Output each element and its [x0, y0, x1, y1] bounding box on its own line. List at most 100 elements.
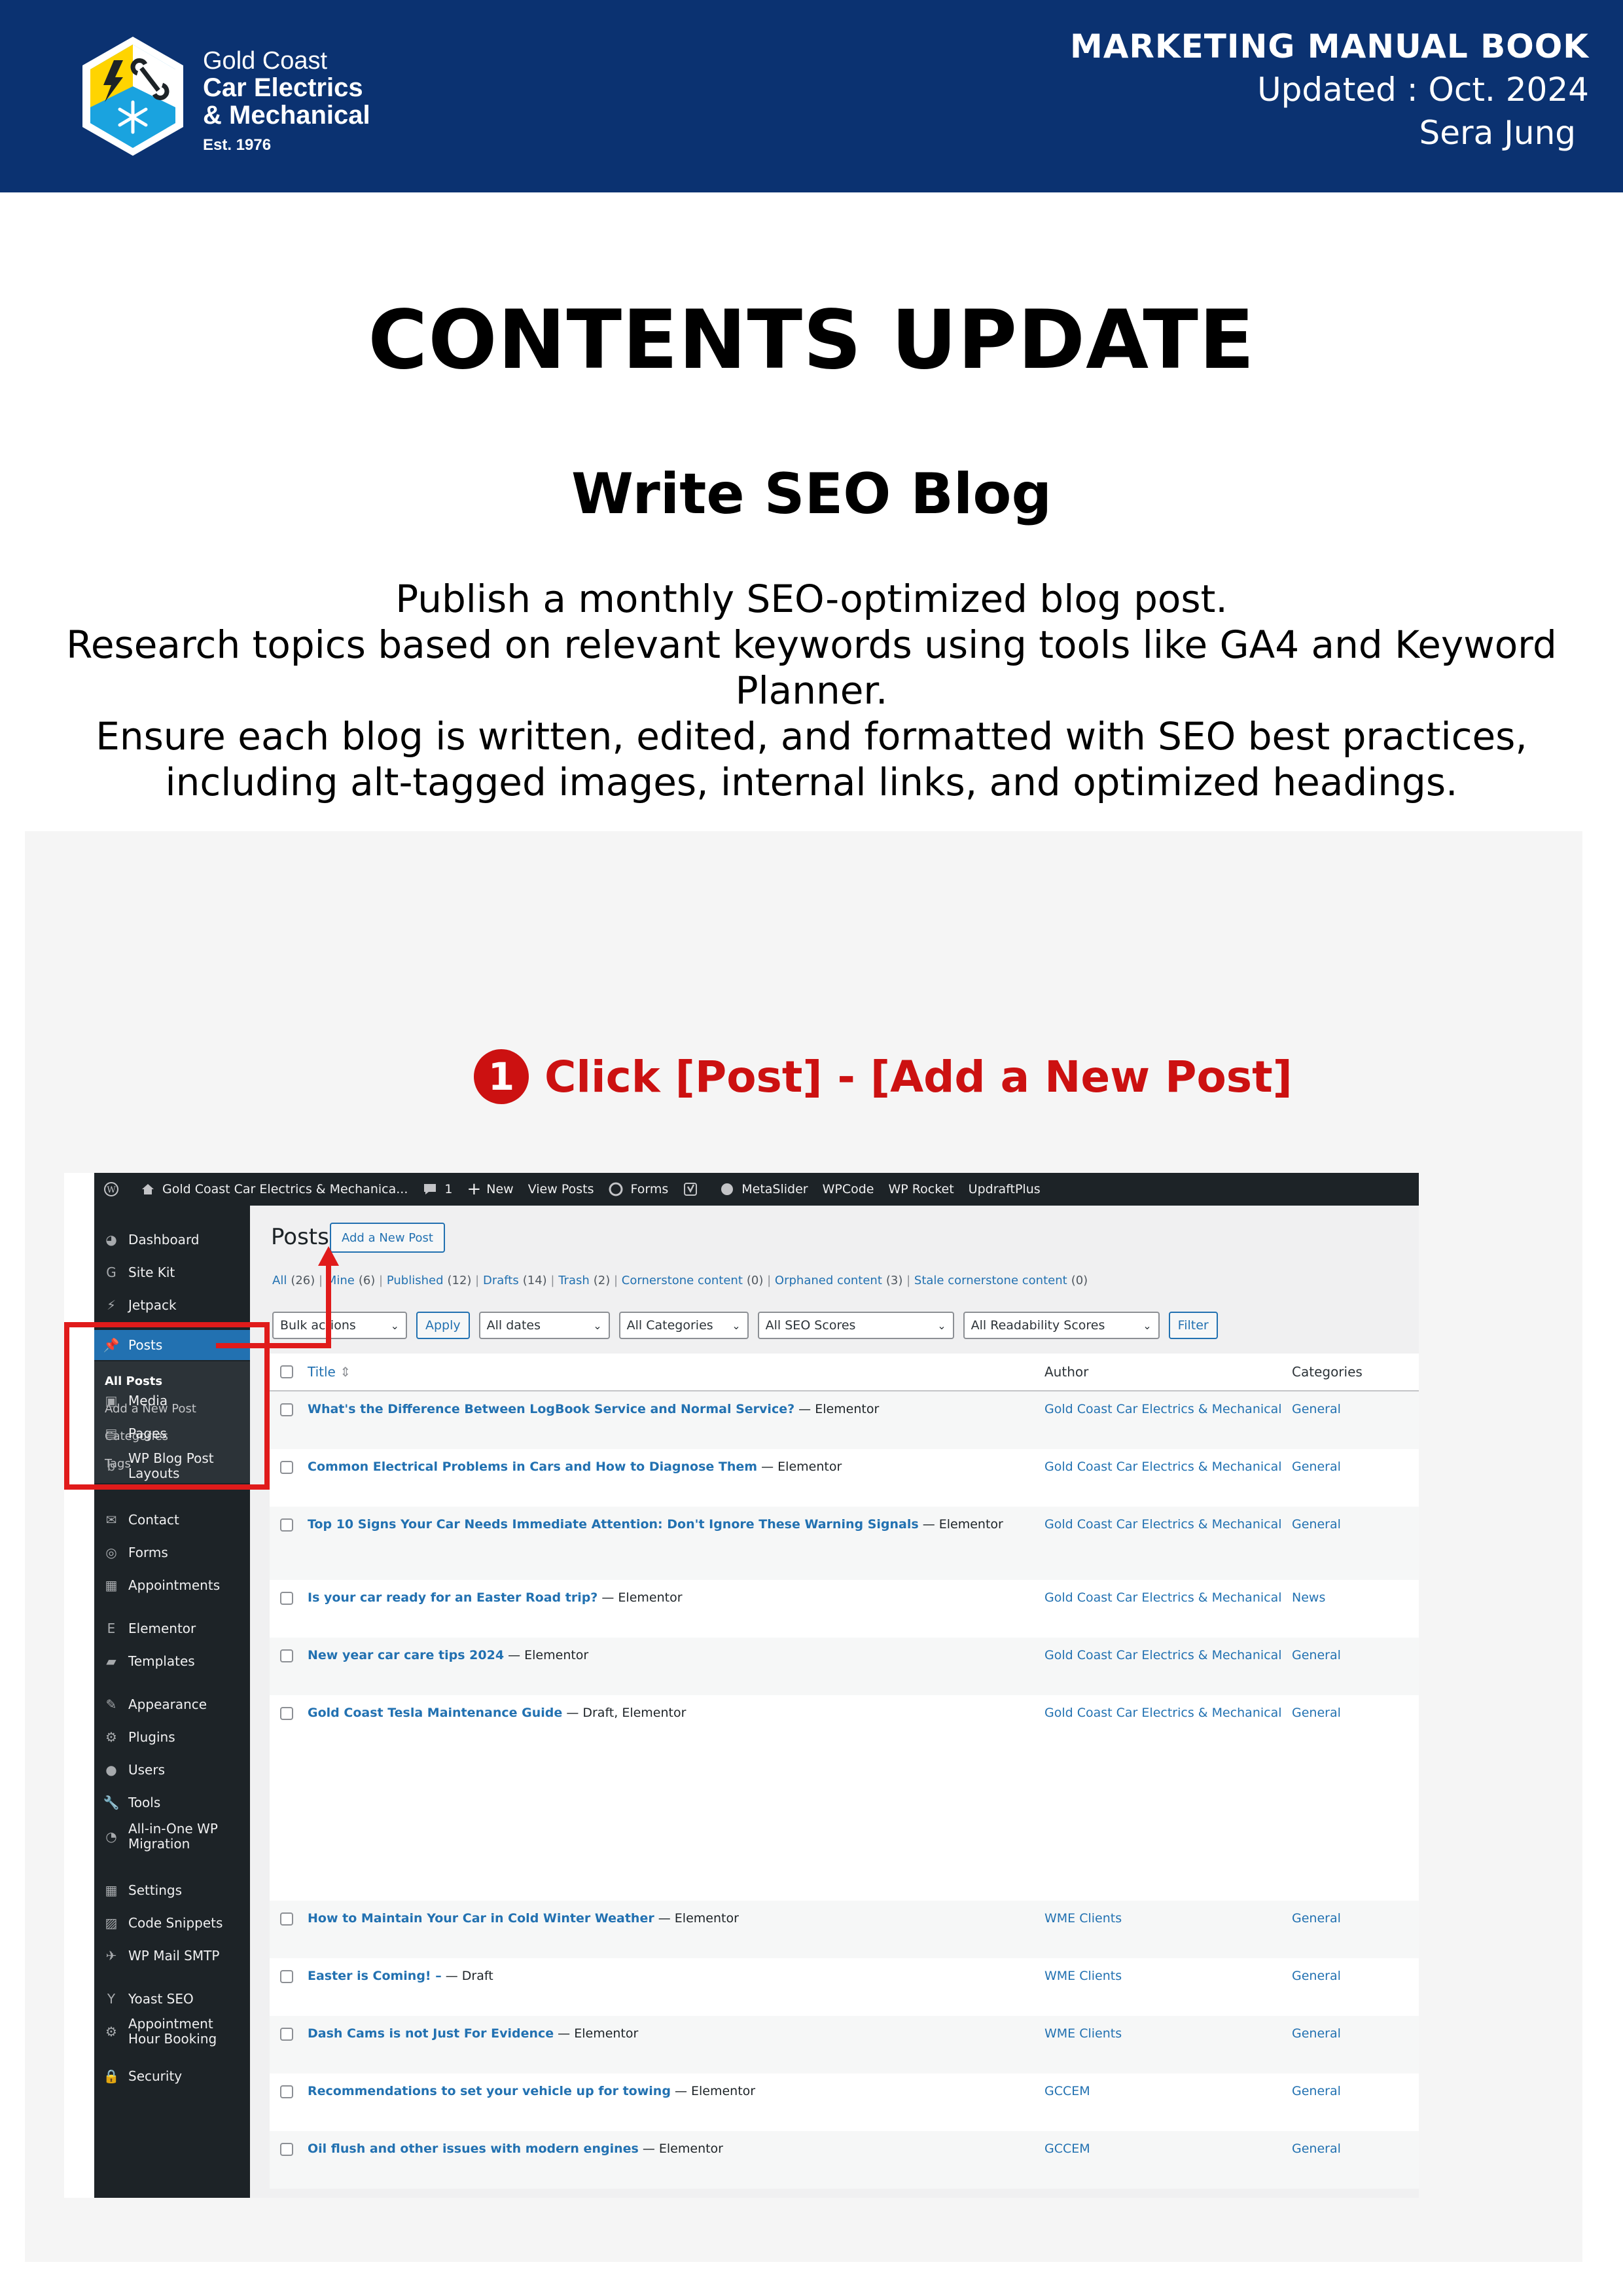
post-title-link[interactable]: Recommendations to set your vehicle up f… — [308, 2084, 671, 2098]
sidebar-item-elementor[interactable]: E Elementor — [94, 1615, 250, 1641]
post-category-link[interactable]: General — [1292, 1402, 1341, 1416]
wp-logo-item[interactable]: W — [103, 1181, 126, 1197]
forms-item[interactable]: Forms — [608, 1181, 668, 1197]
sidebar-item-tools[interactable]: 🔧 Tools — [94, 1789, 250, 1816]
filter-link[interactable]: Orphaned content — [775, 1274, 882, 1287]
sidebar-item-security[interactable]: 🔒 Security — [94, 2063, 250, 2089]
row-checkbox[interactable] — [280, 2143, 293, 2156]
sidebar-item-appearance[interactable]: ✎ Appearance — [94, 1691, 250, 1717]
post-author-link[interactable]: GCCEM — [1044, 2084, 1090, 2098]
title-column-header[interactable]: Title ⇕ — [308, 1364, 351, 1380]
select-all-checkbox[interactable] — [280, 1365, 293, 1378]
sidebar-item-forms[interactable]: ◎ Forms — [94, 1539, 250, 1566]
new-content-item[interactable]: + New — [467, 1179, 513, 1199]
post-author-link[interactable]: Gold Coast Car Electrics & Mechanical — [1044, 1402, 1282, 1416]
post-author-link[interactable]: Gold Coast Car Electrics & Mechanical — [1044, 1460, 1282, 1474]
post-author-link[interactable]: Gold Coast Car Electrics & Mechanical — [1044, 1590, 1282, 1605]
site-name-item[interactable]: Gold Coast Car Electrics & Mechanica... — [140, 1181, 408, 1197]
post-category-link[interactable]: General — [1292, 1648, 1341, 1662]
sidebar-item-templates[interactable]: ▰ Templates — [94, 1648, 250, 1674]
dates-select[interactable]: All dates ⌄ — [478, 1312, 610, 1339]
post-title-link[interactable]: How to Maintain Your Car in Cold Winter … — [308, 1911, 654, 1926]
post-author-link[interactable]: Gold Coast Car Electrics & Mechanical — [1044, 1517, 1282, 1532]
row-checkbox[interactable] — [280, 1592, 293, 1605]
filter-link[interactable]: Trash — [558, 1274, 590, 1287]
row-checkbox[interactable] — [280, 2085, 293, 2098]
post-category-link[interactable]: General — [1292, 1969, 1341, 1983]
wordpress-screenshot: W Gold Coast Car Electrics & Mechanica..… — [64, 1173, 1419, 2198]
dashboard-icon: ◕ — [105, 1231, 117, 1247]
updraftplus-item[interactable]: UpdraftPlus — [969, 1182, 1041, 1196]
post-category-link[interactable]: General — [1292, 2026, 1341, 2041]
sidebar-item-yoast-seo[interactable]: Y Yoast SEO — [94, 1986, 250, 2012]
sidebar-item-users[interactable]: ● Users — [94, 1757, 250, 1783]
sidebar-item-site-kit[interactable]: G Site Kit — [94, 1259, 250, 1285]
post-category-link[interactable]: General — [1292, 2142, 1341, 2156]
post-author-link[interactable]: WME Clients — [1044, 2026, 1122, 2041]
chevron-down-icon: ⌄ — [732, 1319, 741, 1332]
post-title-link[interactable]: Gold Coast Tesla Maintenance Guide — [308, 1706, 562, 1720]
view-posts-item[interactable]: View Posts — [528, 1182, 594, 1196]
filter-link[interactable]: Drafts — [483, 1274, 519, 1287]
post-title-cell: Dash Cams is not Just For Evidence — Ele… — [308, 2026, 638, 2041]
post-author-link[interactable]: WME Clients — [1044, 1969, 1122, 1983]
post-title-link[interactable]: Top 10 Signs Your Car Needs Immediate At… — [308, 1517, 919, 1532]
post-category-link[interactable]: General — [1292, 1706, 1341, 1720]
sidebar-item-settings[interactable]: ▦ Settings — [94, 1877, 250, 1903]
apply-button[interactable]: Apply — [416, 1312, 470, 1339]
row-checkbox[interactable] — [280, 1461, 293, 1474]
sidebar-item-dashboard[interactable]: ◕ Dashboard — [94, 1227, 250, 1253]
filter-link[interactable]: Published — [387, 1274, 444, 1287]
row-checkbox[interactable] — [280, 1403, 293, 1416]
wpcode-item[interactable]: WPCode — [823, 1182, 874, 1196]
sidebar-item-label: Jetpack — [128, 1297, 177, 1313]
readability-select[interactable]: All Readability Scores ⌄ — [963, 1312, 1160, 1339]
section-title: Write SEO Blog — [571, 461, 1052, 527]
row-checkbox[interactable] — [280, 2028, 293, 2041]
sidebar-item-contact[interactable]: ✉ Contact — [94, 1507, 250, 1533]
post-category-link[interactable]: General — [1292, 1517, 1341, 1532]
metaslider-item[interactable]: MetaSlider — [719, 1181, 808, 1197]
post-category-link[interactable]: News — [1292, 1590, 1325, 1605]
sidebar-item-appointment[interactable]: ⚙ Appointment Hour Booking — [94, 2017, 250, 2047]
sidebar-item-plugins[interactable]: ⚙ Plugins — [94, 1724, 250, 1750]
post-title-link[interactable]: Oil flush and other issues with modern e… — [308, 2142, 639, 2156]
sidebar-item-all-in-one-wp[interactable]: ◔ All-in-One WP Migration — [94, 1821, 250, 1852]
post-author-link[interactable]: WME Clients — [1044, 1911, 1122, 1926]
wprocket-item[interactable]: WP Rocket — [889, 1182, 954, 1196]
sidebar-item-wp-mail-smtp[interactable]: ✈ WP Mail SMTP — [94, 1943, 250, 1969]
post-title-link[interactable]: Common Electrical Problems in Cars and H… — [308, 1460, 757, 1474]
row-checkbox[interactable] — [280, 1970, 293, 1983]
yoast-item[interactable] — [683, 1181, 705, 1197]
row-checkbox[interactable] — [280, 1707, 293, 1720]
categories-select[interactable]: All Categories ⌄ — [618, 1312, 749, 1339]
sidebar-item-code-snippets[interactable]: ▨ Code Snippets — [94, 1910, 250, 1936]
add-new-post-button[interactable]: Add a New Post — [330, 1223, 445, 1253]
post-author-link[interactable]: Gold Coast Car Electrics & Mechanical — [1044, 1648, 1282, 1662]
filter-link[interactable]: Stale cornerstone content — [914, 1274, 1067, 1287]
post-author-link[interactable]: GCCEM — [1044, 2142, 1090, 2156]
filter-link[interactable]: All — [272, 1274, 287, 1287]
table-row: Easter is Coming! – — Draft WME Clients Ge… — [270, 1958, 1419, 2016]
post-title-link[interactable]: Dash Cams is not Just For Evidence — [308, 2026, 554, 2041]
sidebar-item-appointments[interactable]: ▦ Appointments — [94, 1572, 250, 1598]
post-author-link[interactable]: Gold Coast Car Electrics & Mechanical — [1044, 1706, 1282, 1720]
post-category-link[interactable]: General — [1292, 1460, 1341, 1474]
post-category-link[interactable]: General — [1292, 1911, 1341, 1926]
sidebar-item-jetpack[interactable]: ⚡ Jetpack — [94, 1292, 250, 1318]
row-checkbox[interactable] — [280, 1912, 293, 1926]
filter-button[interactable]: Filter — [1168, 1312, 1218, 1339]
step-instruction: 1 Click [Post] - [Add a New Post] — [474, 1047, 1293, 1106]
filter-link[interactable]: Cornerstone content — [622, 1274, 743, 1287]
post-category-link[interactable]: General — [1292, 2084, 1341, 2098]
row-checkbox[interactable] — [280, 1649, 293, 1662]
seo-scores-select[interactable]: All SEO Scores ⌄ — [757, 1312, 954, 1339]
post-title-link[interactable]: What's the Difference Between LogBook Se… — [308, 1402, 794, 1416]
post-title-link[interactable]: Easter is Coming! – — [308, 1969, 442, 1983]
row-checkbox[interactable] — [280, 1518, 293, 1532]
comments-item[interactable]: 1 — [422, 1181, 452, 1197]
post-title-link[interactable]: Is your car ready for an Easter Road tri… — [308, 1590, 597, 1605]
post-state: — Elementor — [757, 1460, 842, 1474]
bulk-actions-select[interactable]: Bulk actions ⌄ — [272, 1312, 407, 1339]
post-title-link[interactable]: New year car care tips 2024 — [308, 1648, 504, 1662]
